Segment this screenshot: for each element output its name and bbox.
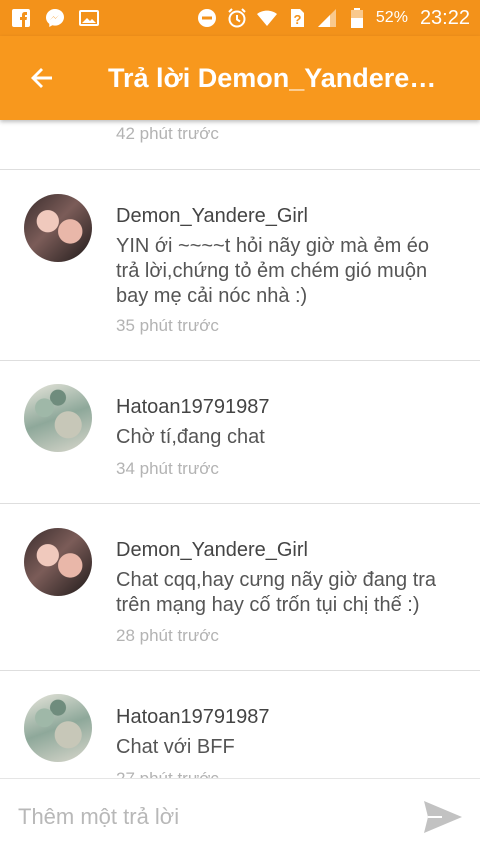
status-bar: ? 52% 23:22 xyxy=(0,0,480,36)
comment-item[interactable]: Hatoan19791987 Chờ tí,đang chat 34 phút … xyxy=(0,361,480,503)
comment-item[interactable]: Demon_Yandere_Girl Chat cqq,hay cưng nãy… xyxy=(0,504,480,670)
comment-time: 34 phút trước xyxy=(116,459,219,478)
unknown-sim-icon: ? xyxy=(286,7,308,29)
comment-item[interactable]: Demon_Yandere_Girl YIN ới ~~~~t hỏi nãy … xyxy=(0,170,480,360)
comment-time: 42 phút trước xyxy=(116,124,219,143)
back-button[interactable] xyxy=(0,36,84,120)
comment-time: 28 phút trước xyxy=(116,626,219,645)
comment-text: Chat với BFF xyxy=(116,736,235,758)
gallery-icon xyxy=(78,7,100,29)
reply-input[interactable] xyxy=(18,796,408,837)
comment-username: Hatoan19791987 xyxy=(116,706,270,728)
avatar[interactable] xyxy=(24,528,92,596)
app-bar: Trả lời Demon_Yandere… xyxy=(0,36,480,120)
svg-text:?: ? xyxy=(293,12,301,27)
battery-icon xyxy=(346,7,368,29)
messenger-icon xyxy=(44,7,66,29)
comment-text: Chờ tí,đang chat xyxy=(116,426,265,448)
comment-username[interactable]: Demon_Yandere_Girl xyxy=(116,205,308,228)
battery-level: 52% xyxy=(375,9,408,26)
avatar[interactable] xyxy=(24,194,92,262)
comment-username: Hatoan19791987 xyxy=(116,396,270,418)
wifi-icon xyxy=(256,7,278,29)
comment-time: 27 phút trước xyxy=(116,769,219,778)
comment-item[interactable]: Hatoan19791987 Chat với BFF 27 phút trướ… xyxy=(0,671,480,778)
arrow-left-icon xyxy=(31,68,52,88)
comment-username[interactable]: Demon_Yandere_Girl xyxy=(116,539,308,562)
do-not-disturb-icon xyxy=(196,7,218,29)
clock: 23:22 xyxy=(419,6,470,29)
alarm-icon xyxy=(226,7,248,29)
avatar[interactable] xyxy=(24,694,92,762)
send-icon xyxy=(424,801,462,833)
reply-list[interactable]: 42 phút trước Demon_Yandere_Girl YIN ới … xyxy=(0,120,480,778)
comment-text: Chat cqq,hay cưng nãy giờ đang tra trên … xyxy=(116,569,437,616)
signal-icon xyxy=(316,7,338,29)
comment-time: 35 phút trước xyxy=(116,316,219,335)
page-title: Trả lời Demon_Yandere… xyxy=(108,62,437,93)
send-button[interactable] xyxy=(420,797,464,837)
avatar[interactable] xyxy=(24,384,92,452)
facebook-icon xyxy=(10,7,32,29)
reply-bar xyxy=(0,778,480,854)
comment-text: YIN ới ~~~~t hỏi nãy giờ mà ẻm éo trả lờ… xyxy=(116,235,430,307)
